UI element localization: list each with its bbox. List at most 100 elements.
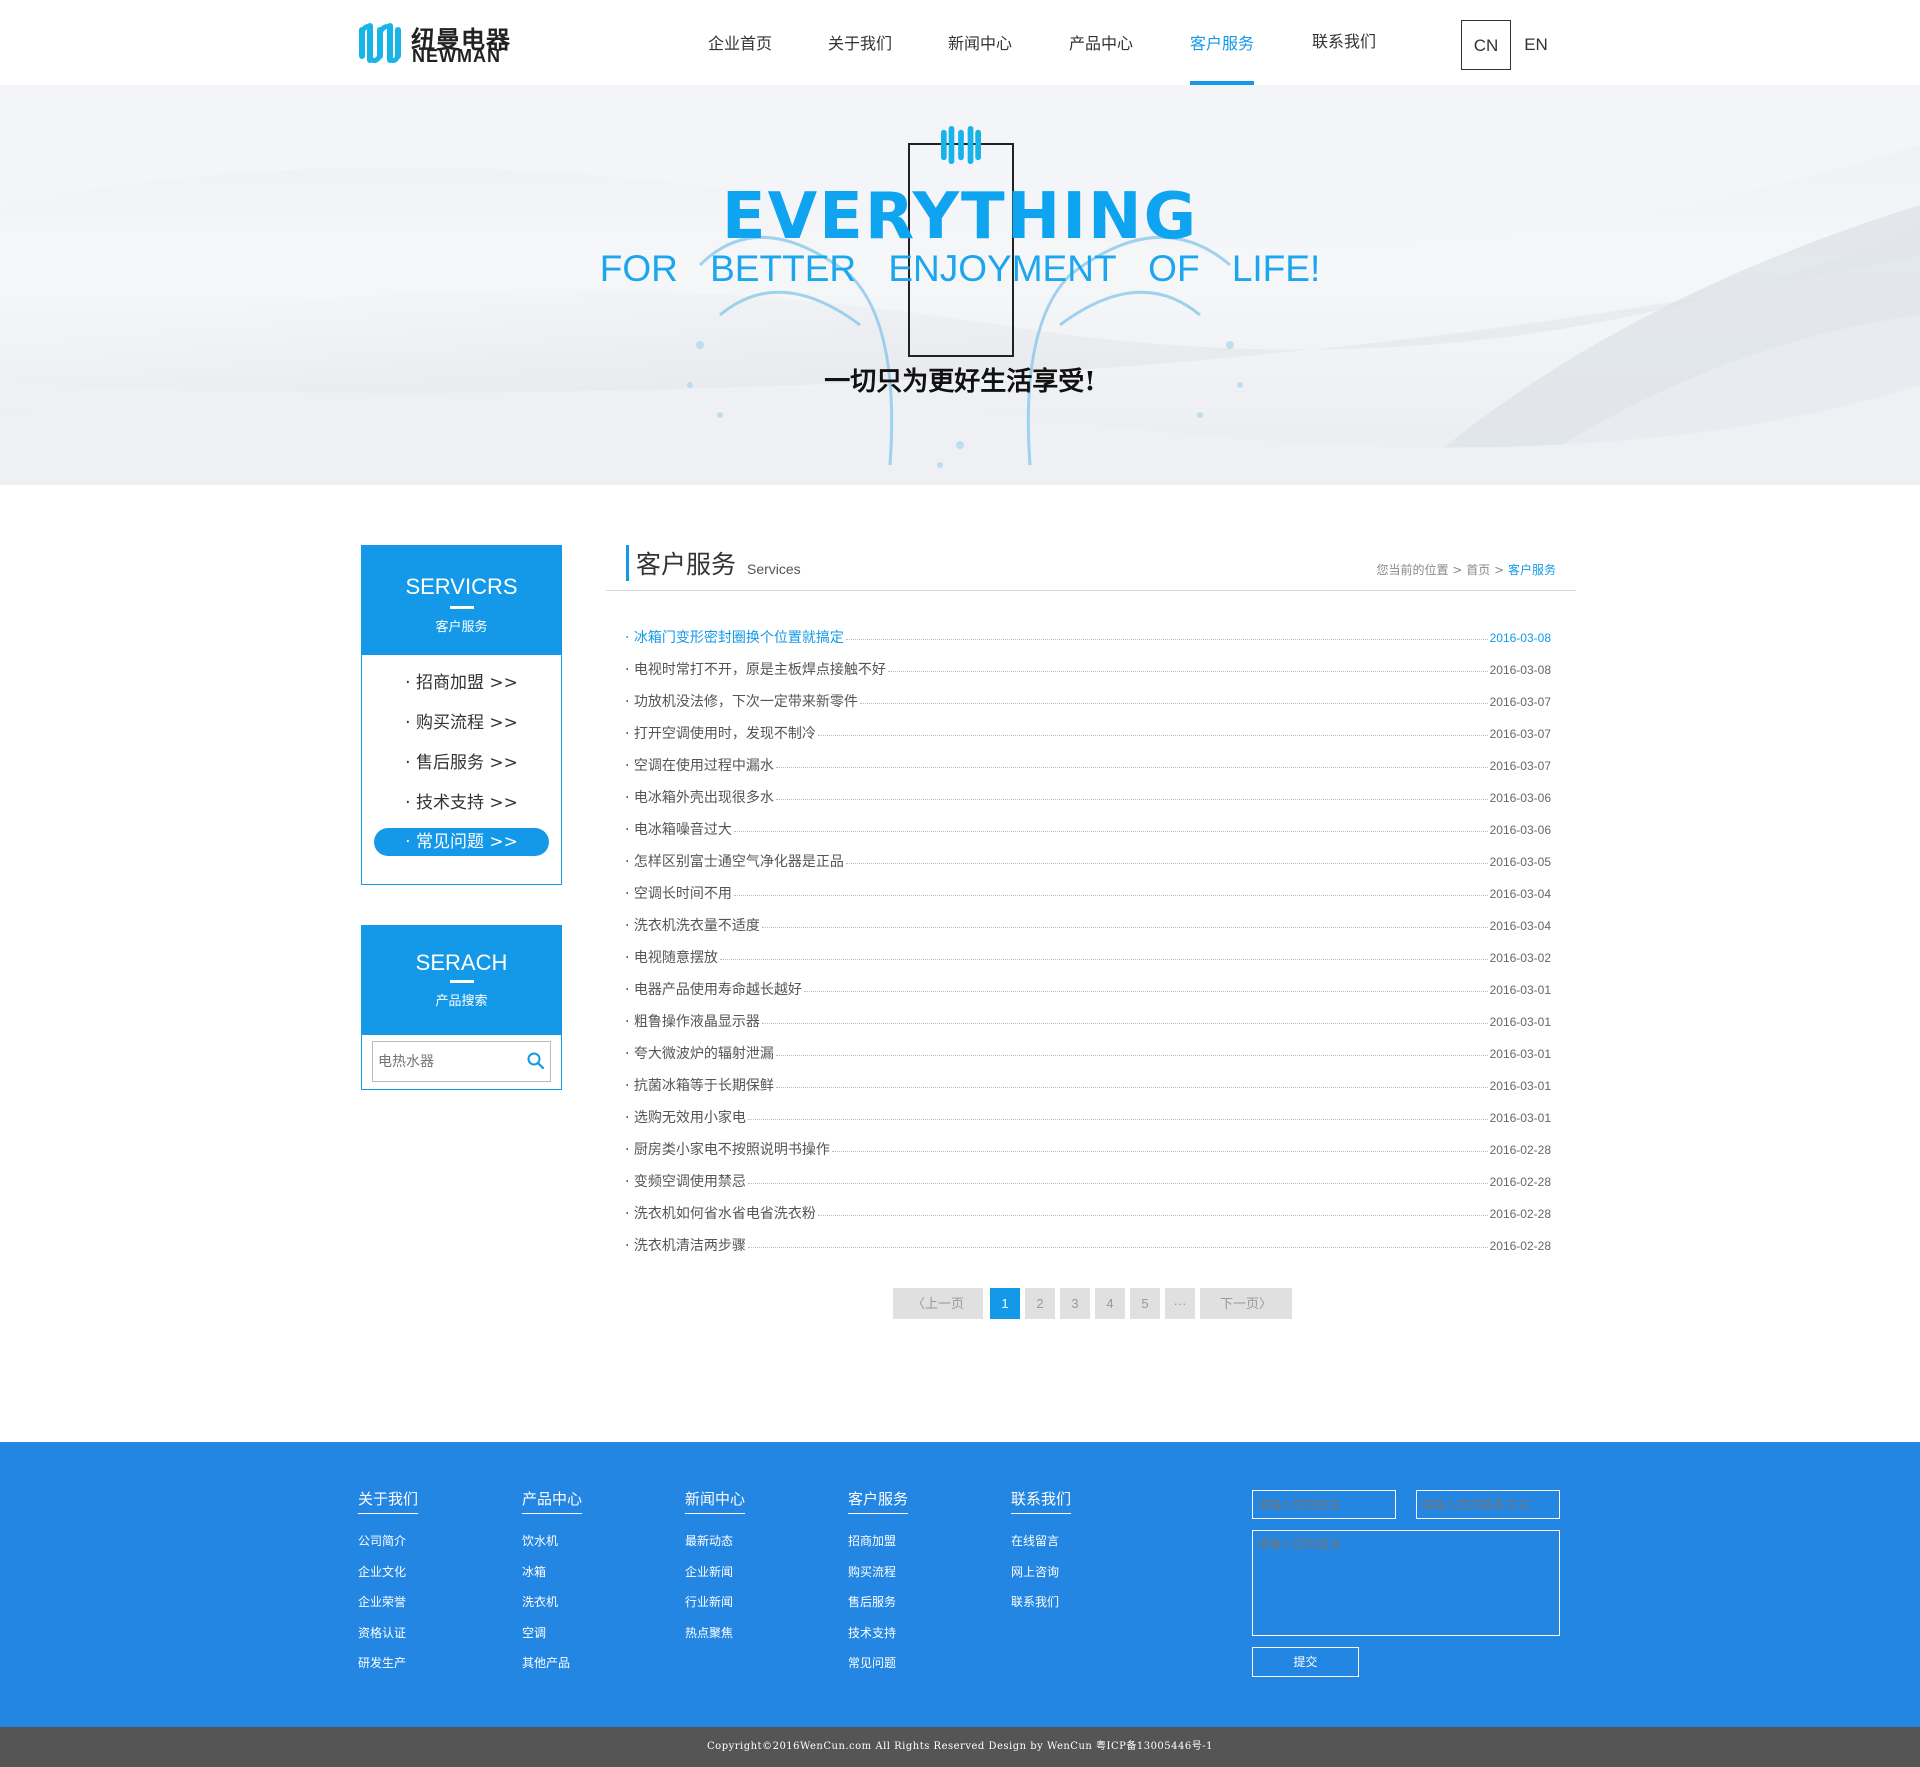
- list-item[interactable]: · 选购无效用小家电 2016-03-01: [625, 1104, 1551, 1136]
- article-title[interactable]: · 电视时常打不开，原是主板焊点接触不好: [625, 656, 888, 688]
- list-item[interactable]: · 电冰箱噪音过大 2016-03-06: [625, 816, 1551, 848]
- list-item[interactable]: · 电冰箱外壳出现很多水 2016-03-06: [625, 784, 1551, 816]
- list-item[interactable]: · 变频空调使用禁忌 2016-02-28: [625, 1168, 1551, 1200]
- sidebar-item-faq[interactable]: · 常见问题 >>: [374, 828, 549, 856]
- article-title[interactable]: · 选购无效用小家电: [625, 1104, 748, 1136]
- breadcrumb-current[interactable]: 客户服务: [1508, 563, 1556, 577]
- article-title[interactable]: · 电器产品使用寿命越长越好: [625, 976, 804, 1008]
- footer-link[interactable]: 空调: [522, 1618, 582, 1649]
- nav-item-home[interactable]: 企业首页: [708, 0, 772, 85]
- page-button-5[interactable]: 5: [1130, 1288, 1160, 1319]
- list-item[interactable]: · 冰箱门变形密封圈换个位置就搞定 2016-03-08: [625, 624, 1551, 656]
- article-title[interactable]: · 洗衣机如何省水省电省洗衣粉: [625, 1200, 818, 1232]
- list-item[interactable]: · 厨房类小家电不按照说明书操作 2016-02-28: [625, 1136, 1551, 1168]
- footer-link[interactable]: 公司简介: [358, 1526, 418, 1557]
- nav-item-news[interactable]: 新闻中心: [948, 0, 1012, 85]
- footer-link[interactable]: 网上咨询: [1011, 1557, 1071, 1588]
- sidebar-item-franchise[interactable]: · 招商加盟 >>: [374, 667, 549, 700]
- article-title[interactable]: · 冰箱门变形密封圈换个位置就搞定: [625, 624, 846, 656]
- list-item[interactable]: · 电器产品使用寿命越长越好 2016-03-01: [625, 976, 1551, 1008]
- article-title[interactable]: · 粗鲁操作液晶显示器: [625, 1008, 762, 1040]
- page-button-3[interactable]: 3: [1060, 1288, 1090, 1319]
- list-item[interactable]: · 洗衣机清洁两步骤 2016-02-28: [625, 1232, 1551, 1264]
- next-page-button[interactable]: 下一页〉: [1200, 1288, 1292, 1319]
- footer-column-news: 新闻中心 最新动态 企业新闻 行业新闻 热点聚焦: [685, 1488, 746, 1649]
- list-item[interactable]: · 抗菌冰箱等于长期保鲜 2016-03-01: [625, 1072, 1551, 1104]
- services-sidebar-subtitle: 客户服务: [435, 620, 488, 635]
- article-title[interactable]: · 空调在使用过程中漏水: [625, 752, 776, 784]
- contact-field[interactable]: [1416, 1490, 1560, 1519]
- dotted-leader: [747, 1104, 1488, 1120]
- list-item[interactable]: · 夸大微波炉的辐射泄漏 2016-03-01: [625, 1040, 1551, 1072]
- footer-link[interactable]: 饮水机: [522, 1526, 582, 1557]
- page-button-4[interactable]: 4: [1095, 1288, 1125, 1319]
- article-title[interactable]: · 厨房类小家电不按照说明书操作: [625, 1136, 832, 1168]
- footer-link[interactable]: 资格认证: [358, 1618, 418, 1649]
- prev-page-button[interactable]: 〈上一页: [893, 1288, 983, 1319]
- banner-headline: EVERYTHING: [721, 180, 1199, 254]
- article-title[interactable]: · 夸大微波炉的辐射泄漏: [625, 1040, 776, 1072]
- footer-link[interactable]: 其他产品: [522, 1648, 582, 1679]
- article-title[interactable]: · 抗菌冰箱等于长期保鲜: [625, 1072, 776, 1104]
- banner-logo-icon: [941, 125, 981, 165]
- nav-item-contact[interactable]: 联系我们: [1312, 0, 1376, 85]
- footer-link[interactable]: 行业新闻: [685, 1587, 745, 1618]
- list-item[interactable]: · 空调长时间不用 2016-03-04: [625, 880, 1551, 912]
- list-item[interactable]: · 怎样区别富士通空气净化器是正品 2016-03-05: [625, 848, 1551, 880]
- footer-link[interactable]: 联系我们: [1011, 1587, 1071, 1618]
- list-item[interactable]: · 功放机没法修，下次一定带来新零件 2016-03-07: [625, 688, 1551, 720]
- message-field[interactable]: [1252, 1530, 1560, 1636]
- name-field[interactable]: [1252, 1490, 1396, 1519]
- footer-link[interactable]: 购买流程: [848, 1557, 908, 1588]
- list-item[interactable]: · 粗鲁操作液晶显示器 2016-03-01: [625, 1008, 1551, 1040]
- article-title[interactable]: · 洗衣机清洁两步骤: [625, 1232, 748, 1264]
- footer-link[interactable]: 企业荣誉: [358, 1587, 418, 1618]
- nav-item-products[interactable]: 产品中心: [1069, 0, 1133, 85]
- article-title[interactable]: · 打开空调使用时，发现不制冷: [625, 720, 818, 752]
- footer-link[interactable]: 企业新闻: [685, 1557, 745, 1588]
- lang-en-button[interactable]: EN: [1511, 20, 1561, 70]
- list-item[interactable]: · 洗衣机如何省水省电省洗衣粉 2016-02-28: [625, 1200, 1551, 1232]
- services-sidebar: SERVICRS 客户服务 · 招商加盟 >> · 购买流程 >> · 售后服务…: [361, 545, 562, 885]
- article-title[interactable]: · 电视随意摆放: [625, 944, 720, 976]
- article-title[interactable]: · 电冰箱噪音过大: [625, 816, 734, 848]
- nav-item-about[interactable]: 关于我们: [828, 0, 892, 85]
- footer-link[interactable]: 常见问题: [848, 1648, 908, 1679]
- footer-link[interactable]: 技术支持: [848, 1618, 908, 1649]
- footer-link[interactable]: 研发生产: [358, 1648, 418, 1679]
- article-title[interactable]: · 怎样区别富士通空气净化器是正品: [625, 848, 846, 880]
- article-title[interactable]: · 变频空调使用禁忌: [625, 1168, 748, 1200]
- footer-link[interactable]: 最新动态: [685, 1526, 745, 1557]
- search-icon[interactable]: [527, 1052, 545, 1070]
- submit-button[interactable]: 提交: [1252, 1647, 1359, 1677]
- hero-banner: EVERYTHING FOR BETTER ENJOYMENT OF LIFE!…: [0, 85, 1920, 485]
- sidebar-item-after-sales[interactable]: · 售后服务 >>: [374, 747, 549, 780]
- footer-link[interactable]: 招商加盟: [848, 1526, 908, 1557]
- list-item[interactable]: · 洗衣机洗衣量不适度 2016-03-04: [625, 912, 1551, 944]
- page-button-2[interactable]: 2: [1025, 1288, 1055, 1319]
- list-item[interactable]: · 空调在使用过程中漏水 2016-03-07: [625, 752, 1551, 784]
- footer-link[interactable]: 热点聚焦: [685, 1618, 745, 1649]
- footer-column-heading: 客户服务: [848, 1488, 909, 1514]
- footer-link[interactable]: 售后服务: [848, 1587, 908, 1618]
- list-item[interactable]: · 打开空调使用时，发现不制冷 2016-03-07: [625, 720, 1551, 752]
- article-title[interactable]: · 洗衣机洗衣量不适度: [625, 912, 762, 944]
- sidebar-item-tech-support[interactable]: · 技术支持 >>: [374, 787, 549, 820]
- article-title[interactable]: · 电冰箱外壳出现很多水: [625, 784, 776, 816]
- product-search-input[interactable]: [373, 1042, 513, 1081]
- footer-link[interactable]: 企业文化: [358, 1557, 418, 1588]
- nav-item-services[interactable]: 客户服务: [1190, 0, 1255, 85]
- list-item[interactable]: · 电视时常打不开，原是主板焊点接触不好 2016-03-08: [625, 656, 1551, 688]
- article-title[interactable]: · 功放机没法修，下次一定带来新零件: [625, 688, 860, 720]
- footer-link[interactable]: 冰箱: [522, 1557, 582, 1588]
- list-item[interactable]: · 电视随意摆放 2016-03-02: [625, 944, 1551, 976]
- sidebar-item-purchase-process[interactable]: · 购买流程 >>: [374, 707, 549, 740]
- footer-link[interactable]: 在线留言: [1011, 1526, 1071, 1557]
- footer-link[interactable]: 洗衣机: [522, 1587, 582, 1618]
- dotted-leader: [859, 688, 1488, 704]
- brand-logo[interactable]: 纽曼电器 NEWMAN: [358, 20, 518, 66]
- article-title[interactable]: · 空调长时间不用: [625, 880, 734, 912]
- page-button-1[interactable]: 1: [990, 1288, 1020, 1319]
- lang-cn-button[interactable]: CN: [1461, 20, 1511, 70]
- breadcrumb-home-link[interactable]: 首页: [1466, 563, 1490, 577]
